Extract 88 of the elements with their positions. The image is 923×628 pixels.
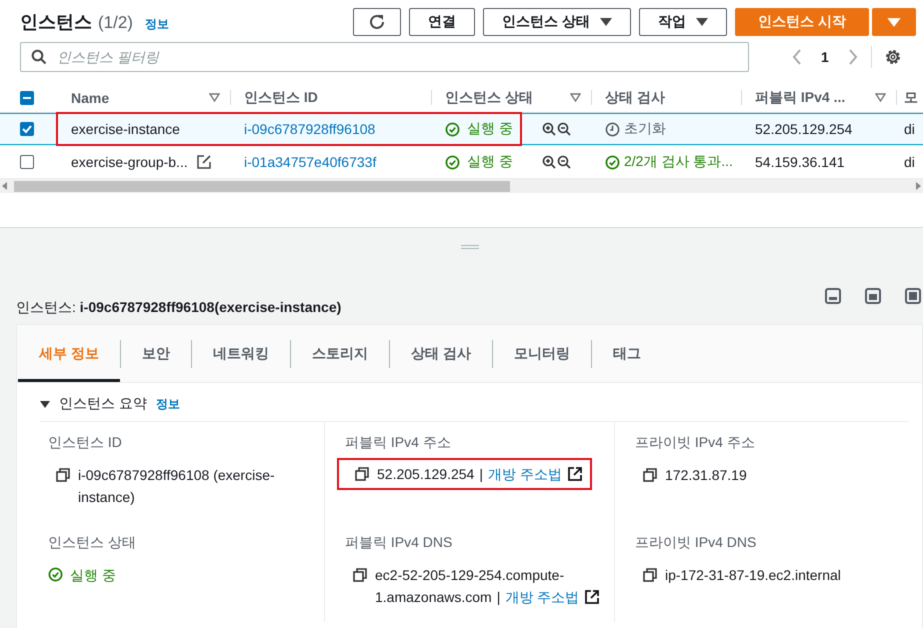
- instance-id-link[interactable]: i-01a34757e40f6733f: [244, 154, 376, 170]
- dropdown-button[interactable]: 인스턴스 상태: [483, 8, 632, 36]
- settings-icon[interactable]: [884, 48, 902, 66]
- field-label: 인스턴스 상태: [48, 534, 137, 552]
- zoom-out-icon[interactable]: [557, 122, 571, 136]
- connect-button[interactable]: 연결: [409, 8, 476, 36]
- filter-icon[interactable]: [570, 93, 581, 102]
- search-field[interactable]: 인스턴스 필터링: [20, 42, 749, 72]
- table-cell: exercise-group-b...: [71, 154, 188, 170]
- column-header[interactable]: Name: [71, 90, 110, 106]
- field-value: ec2-52-205-129-254.compute-1.amazonaws.com | 개방 주소법: [375, 564, 604, 608]
- horizontal-scrollbar[interactable]: [0, 179, 923, 193]
- table-cell: 54.159.36.141: [755, 154, 845, 170]
- check-circle-icon: [48, 567, 63, 582]
- table-cell: di: [904, 154, 915, 170]
- field-label: 퍼블릭 IPv4 DNS: [345, 534, 454, 552]
- running-status: 실행 중: [467, 153, 513, 171]
- panel-full-icon[interactable]: [905, 288, 921, 304]
- copy-icon[interactable]: [355, 467, 369, 481]
- copy-icon[interactable]: [353, 568, 367, 582]
- table-cell: di: [904, 121, 915, 137]
- caret-icon: [887, 16, 901, 28]
- filter-icon[interactable]: [209, 93, 220, 102]
- tab[interactable]: 보안: [120, 325, 191, 382]
- panel-middle-icon[interactable]: [865, 288, 881, 304]
- zoom-in-icon[interactable]: [542, 122, 556, 136]
- field-value: i-09c6787928ff96108 (exercise-instance): [78, 466, 276, 507]
- tab[interactable]: 모니터링: [492, 325, 591, 382]
- scroll-left-icon[interactable]: [2, 182, 8, 190]
- status-check: 초기화: [624, 120, 666, 138]
- column-header[interactable]: 인스턴스 상태: [445, 88, 533, 106]
- clock-icon: [605, 122, 620, 136]
- instance-id-link[interactable]: i-09c6787928ff96108: [244, 121, 376, 137]
- scroll-right-icon[interactable]: [915, 182, 921, 190]
- page-number[interactable]: 1: [821, 49, 829, 65]
- detail-title: 인스턴스: i-09c6787928ff96108(exercise-instance): [16, 299, 342, 317]
- field-label: 인스턴스 ID: [48, 434, 123, 452]
- page-title: 인스턴스: [20, 11, 92, 34]
- open-address-link[interactable]: 개방 주소법: [505, 589, 600, 605]
- field-value: 52.205.129.254 | 개방 주소법: [377, 463, 582, 485]
- running-status: 실행 중: [467, 120, 513, 138]
- filter-icon[interactable]: [875, 93, 886, 102]
- copy-icon[interactable]: [643, 468, 657, 482]
- field-value: ip-172-31-87-19.ec2.internal: [665, 566, 841, 585]
- row-checkbox[interactable]: [20, 122, 34, 136]
- field-label: 프라이빗 IPv4 주소: [635, 434, 756, 452]
- check-circle-icon: [605, 154, 620, 170]
- check-circle-icon: [445, 122, 460, 136]
- edit-icon[interactable]: [196, 155, 211, 169]
- dropdown-button[interactable]: 작업: [639, 8, 728, 36]
- caret-icon: [696, 17, 708, 27]
- tab[interactable]: 네트워킹: [192, 325, 290, 382]
- caret-icon: [600, 17, 612, 27]
- launch-menu-button[interactable]: [872, 8, 916, 36]
- column-header[interactable]: 인스턴스 ID: [244, 88, 318, 106]
- running-status: 실행 중: [70, 566, 116, 585]
- column-header[interactable]: 퍼블릭 IPv4 ...: [755, 88, 846, 106]
- external-link-icon: [585, 590, 600, 604]
- open-address-link[interactable]: 개방 주소법: [488, 466, 582, 482]
- table-cell: exercise-instance: [71, 121, 180, 137]
- external-link-icon: [568, 467, 582, 481]
- tab[interactable]: 스토리지: [290, 325, 389, 382]
- select-all-checkbox[interactable]: [20, 90, 34, 104]
- panel-bottom-icon[interactable]: [825, 288, 841, 304]
- field-value: 172.31.87.19: [665, 466, 747, 485]
- instance-count: (1/2): [98, 13, 133, 33]
- collapse-icon[interactable]: [40, 399, 50, 409]
- tab[interactable]: 태그: [592, 325, 662, 382]
- column-header[interactable]: 모: [904, 88, 918, 106]
- section-title: 인스턴스 요약: [59, 395, 147, 413]
- info-link[interactable]: 정보: [156, 396, 180, 412]
- refresh-icon: [368, 13, 386, 31]
- copy-icon[interactable]: [643, 568, 657, 582]
- copy-icon[interactable]: [56, 468, 70, 482]
- zoom-out-icon[interactable]: [557, 155, 571, 169]
- resize-handle[interactable]: [460, 245, 478, 249]
- table-row[interactable]: exercise-instance i-09c6787928ff96108 실행 중 초기화 52.205.129.254 di: [0, 113, 923, 146]
- column-header[interactable]: 상태 검사: [605, 88, 665, 106]
- status-check: 2/2개 검사 통과...: [624, 153, 733, 171]
- check-circle-icon: [445, 154, 460, 170]
- field-label: 퍼블릭 IPv4 주소: [345, 434, 452, 452]
- tab[interactable]: 상태 검사: [390, 325, 492, 382]
- info-link[interactable]: 정보: [144, 16, 169, 33]
- field-label: 프라이빗 IPv4 DNS: [635, 534, 758, 552]
- zoom-in-icon[interactable]: [542, 155, 556, 169]
- table-cell: 52.205.129.254: [755, 121, 852, 137]
- row-checkbox[interactable]: [20, 155, 34, 169]
- refresh-button[interactable]: [353, 8, 402, 36]
